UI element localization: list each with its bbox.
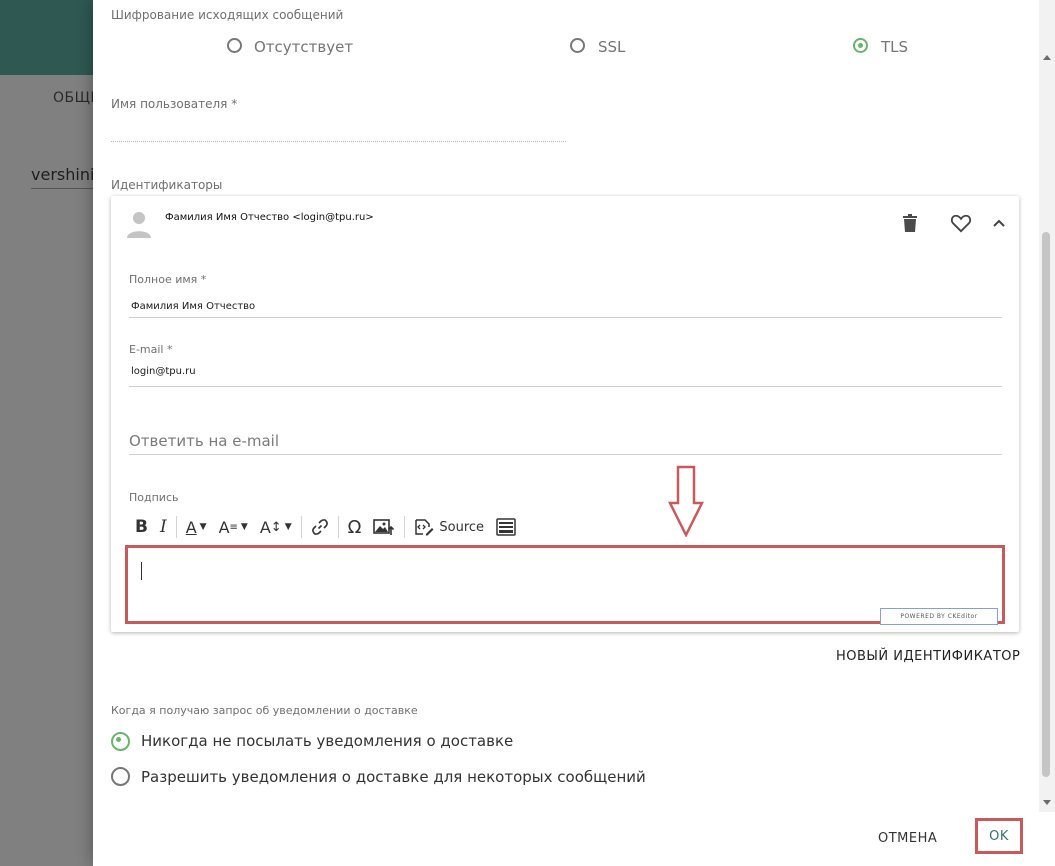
radio-delivery-allow[interactable] (111, 767, 130, 786)
image-upload-icon (373, 519, 395, 535)
toolbar-separator (337, 516, 339, 538)
heart-icon (950, 214, 972, 233)
radio-encryption-ssl[interactable] (570, 38, 585, 53)
full-name-label: Полное имя * (129, 273, 207, 286)
font-color-icon: A (185, 517, 197, 537)
full-name-underline (129, 317, 1002, 318)
toolbar-separator (404, 516, 406, 538)
font-color-button[interactable]: A ▼ (180, 513, 213, 541)
dialog-footer: ОТМЕНА OK (93, 812, 1055, 866)
radio-encryption-ssl-label[interactable]: SSL (598, 38, 625, 56)
identity-card-title[interactable]: Фамилия Имя Отчество <login@tpu.ru> (165, 212, 374, 223)
text-cursor (141, 562, 142, 580)
html-embed-icon (496, 518, 516, 536)
chevron-down-icon: ▼ (199, 522, 207, 532)
radio-delivery-never-label[interactable]: Никогда не посылать уведомления о достав… (141, 732, 513, 750)
size-arrows-icon: ↕ (270, 519, 282, 535)
radio-encryption-tls[interactable] (853, 38, 868, 53)
insert-image-button[interactable] (367, 513, 401, 541)
bold-button[interactable]: B (129, 513, 154, 541)
full-name-input[interactable]: Фамилия Имя Отчество (131, 301, 255, 312)
italic-button[interactable]: I (154, 513, 173, 541)
special-character-button[interactable]: Ω (342, 513, 368, 541)
email-label: E-mail * (129, 343, 173, 356)
dialog-content: Шифрование исходящих сообщений Отсутству… (93, 0, 1055, 812)
encryption-label: Шифрование исходящих сообщений (111, 8, 344, 22)
source-button-label: Source (439, 519, 485, 535)
account-settings-dialog: Шифрование исходящих сообщений Отсутству… (93, 0, 1055, 866)
link-button[interactable] (305, 513, 335, 541)
lines-icon: ≡ (229, 521, 238, 533)
person-icon (127, 212, 151, 238)
signature-label: Подпись (129, 491, 179, 504)
favorite-identity-button[interactable] (950, 212, 972, 234)
chevron-down-icon: ▼ (240, 522, 248, 532)
annotation-arrow-icon (668, 465, 704, 537)
username-label: Имя пользователя * (111, 97, 238, 111)
username-input[interactable] (111, 141, 566, 142)
editor-toolbar: B I A ▼ A ≡ ▼ A ↕ ▼ Ω Source (129, 509, 1001, 545)
identities-label: Идентификаторы (111, 178, 223, 192)
delivery-notification-label: Когда я получаю запрос об уведомлении о … (111, 704, 418, 717)
new-identity-button[interactable]: НОВЫЙ ИДЕНТИФИКАТОР (836, 649, 1020, 664)
radio-encryption-none-label[interactable]: Отсутствует (254, 38, 353, 56)
ckeditor-badge[interactable]: POWERED BY CKEditor (880, 608, 998, 625)
scrollbar[interactable] (1039, 0, 1055, 812)
radio-delivery-allow-label[interactable]: Разрешить уведомления о доставке для нек… (141, 768, 646, 786)
radio-encryption-none[interactable] (227, 38, 242, 53)
trash-icon (903, 214, 917, 232)
link-icon (311, 519, 328, 535)
html-embed-button[interactable] (490, 513, 522, 541)
account-name-underline (31, 188, 93, 189)
font-family-button[interactable]: A ≡ ▼ (213, 513, 254, 541)
chevron-down-icon: ▼ (284, 522, 292, 532)
toolbar-separator (300, 516, 302, 538)
font-size-button[interactable]: A ↕ ▼ (254, 513, 298, 541)
chevron-up-icon (993, 219, 1005, 227)
ok-button[interactable]: OK (975, 818, 1023, 854)
email-underline (129, 386, 1002, 387)
cancel-button[interactable]: ОТМЕНА (878, 831, 937, 846)
delete-identity-button[interactable] (899, 212, 921, 234)
account-name: vershinir (31, 165, 101, 184)
reply-to-input[interactable]: Ответить на e-mail (129, 432, 279, 450)
source-code-icon (415, 519, 434, 536)
source-button[interactable]: Source (408, 513, 490, 541)
scroll-up-icon[interactable] (1043, 55, 1051, 60)
radio-encryption-tls-label[interactable]: TLS (881, 38, 908, 56)
radio-delivery-never[interactable] (111, 732, 130, 751)
toolbar-separator (175, 516, 177, 538)
font-size-icon: A (259, 517, 271, 537)
reply-to-underline (129, 454, 1002, 455)
signature-editor[interactable]: POWERED BY CKEditor (125, 545, 1005, 625)
email-input[interactable]: login@tpu.ru (131, 366, 196, 377)
identity-card: Фамилия Имя Отчество <login@tpu.ru> Полн… (111, 196, 1019, 632)
scroll-down-icon[interactable] (1043, 800, 1051, 805)
scrollbar-thumb[interactable] (1042, 232, 1050, 777)
font-family-icon: A (218, 517, 230, 537)
collapse-identity-button[interactable] (988, 212, 1010, 234)
